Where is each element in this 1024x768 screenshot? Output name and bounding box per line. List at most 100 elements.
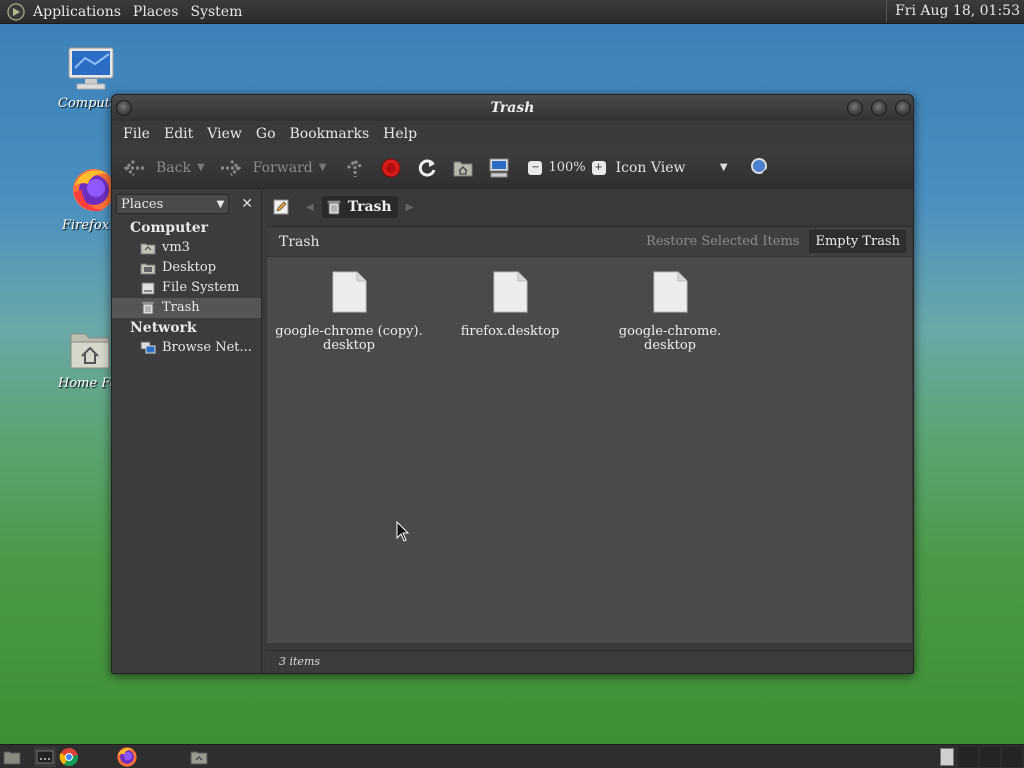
up-button[interactable] — [340, 153, 370, 183]
forward-arrow-icon — [220, 159, 241, 176]
places-menu[interactable]: Places — [127, 1, 185, 23]
sidebar-section-computer: Computer — [130, 220, 209, 236]
menu-bookmarks[interactable]: Bookmarks — [283, 126, 377, 142]
applications-menu[interactable]: Applications — [27, 1, 127, 23]
window-titlebar[interactable]: Trash — [112, 95, 913, 121]
chevron-down-icon: ▼ — [216, 198, 225, 210]
crumb-scroll-right[interactable]: ▶ — [406, 202, 414, 213]
bottom-panel — [0, 744, 1024, 768]
file-name-line1: google-chrome. — [618, 324, 722, 339]
top-panel: Applications Places System Fri Aug 18, 0… — [0, 0, 1024, 24]
computer-icon — [489, 158, 509, 177]
workspace-switcher[interactable] — [938, 747, 956, 767]
show-desktop-button[interactable] — [2, 747, 22, 767]
back-history-dropdown[interactable]: ▼ — [197, 162, 205, 173]
sidebar-item-desktop[interactable]: Desktop — [112, 258, 261, 278]
menu-help[interactable]: Help — [376, 126, 424, 142]
home-folder-icon — [70, 333, 110, 369]
reload-icon — [419, 159, 436, 177]
trash-icon — [327, 200, 341, 215]
file-name-line1: firefox.desktop — [460, 324, 560, 339]
system-menu[interactable]: System — [184, 1, 248, 23]
home-button[interactable] — [448, 153, 478, 183]
sidebar-select-label: Places — [121, 196, 164, 212]
restore-selected-items-button[interactable]: Restore Selected Items — [640, 234, 805, 249]
back-arrow-icon — [123, 159, 144, 176]
main-menu-logo-icon[interactable] — [5, 1, 27, 23]
sidebar-item-vm3[interactable]: vm3 — [112, 238, 261, 258]
workspace-4[interactable] — [1002, 747, 1022, 767]
chrome-launcher[interactable] — [58, 747, 80, 767]
sidebar-type-select[interactable]: Places ▼ — [116, 194, 230, 214]
workspace-2[interactable] — [958, 747, 978, 767]
forward-button[interactable]: Forward ▼ — [219, 153, 335, 183]
clock[interactable]: Fri Aug 18, 01:53 — [886, 0, 1022, 22]
crumb-scroll-left[interactable]: ◀ — [306, 202, 314, 213]
document-icon — [653, 271, 688, 313]
up-arrow-icon — [347, 158, 364, 177]
sidebar-item-label: File System — [162, 280, 240, 295]
chevron-down-icon: ▼ — [719, 162, 728, 173]
search-button[interactable] — [746, 153, 776, 183]
file-name-line2: desktop — [644, 338, 696, 353]
file-item[interactable]: google-chrome. desktop — [595, 271, 745, 353]
zoom-out-button[interactable]: − — [528, 160, 543, 175]
desktop-icon-label: Home Folder — [58, 376, 114, 391]
firefox-icon — [117, 747, 137, 767]
workspace-3[interactable] — [980, 747, 1000, 767]
firefox-launcher[interactable] — [115, 747, 139, 767]
sidebar-item-trash[interactable]: Trash — [112, 298, 261, 318]
status-bar: 3 items — [267, 650, 912, 673]
menu-file[interactable]: File — [116, 126, 157, 142]
close-button[interactable] — [895, 100, 911, 116]
file-manager-window: Trash File Edit View Go Bookmarks Help B… — [111, 94, 914, 674]
trash-bar-title: Trash — [279, 233, 320, 250]
trash-icon — [140, 301, 156, 315]
zoom-control: − 100% + — [522, 160, 611, 175]
desktop-icon — [3, 751, 21, 765]
desktop-folder-icon — [140, 261, 156, 275]
pencil-icon — [273, 199, 289, 215]
file-item[interactable]: firefox.desktop — [435, 271, 585, 339]
sidebar-section-network: Network — [130, 320, 197, 336]
desktop-icon-label: Computer — [58, 96, 114, 111]
trash-info-bar: Trash Restore Selected Items Empty Trash — [267, 227, 912, 257]
menu-edit[interactable]: Edit — [157, 126, 200, 142]
menu-view[interactable]: View — [200, 126, 249, 142]
computer-button[interactable] — [484, 153, 514, 183]
forward-label: Forward — [252, 159, 313, 176]
sidebar-item-label: Desktop — [162, 260, 217, 275]
maximize-button[interactable] — [871, 100, 887, 116]
network-icon — [140, 341, 156, 355]
back-label: Back — [156, 159, 191, 176]
view-mode-select[interactable]: Icon View ▼ — [616, 160, 728, 176]
terminal-launcher[interactable] — [34, 747, 56, 767]
file-item[interactable]: google-chrome (copy). desktop — [274, 271, 424, 353]
file-manager-launcher[interactable] — [188, 747, 210, 767]
terminal-icon — [36, 750, 54, 764]
breadcrumb-label: Trash — [347, 199, 392, 215]
menu-go[interactable]: Go — [249, 126, 283, 142]
window-menu-button[interactable] — [116, 100, 132, 116]
sidebar: Places ▼ ✕ Computer vm3 Desktop File Sys… — [112, 190, 262, 673]
location-edit-toggle[interactable] — [270, 196, 292, 218]
breadcrumb-trash[interactable]: Trash — [321, 196, 398, 218]
file-view[interactable]: Trash Restore Selected Items Empty Trash… — [267, 226, 912, 643]
empty-trash-button[interactable]: Empty Trash — [809, 230, 906, 253]
minimize-button[interactable] — [847, 100, 863, 116]
back-button[interactable]: Back ▼ — [122, 153, 213, 183]
reload-button[interactable] — [412, 153, 442, 183]
zoom-level: 100% — [548, 160, 586, 175]
stop-button[interactable] — [376, 153, 406, 183]
home-folder-icon — [140, 241, 156, 255]
monitor-icon — [68, 47, 114, 90]
location-bar: ◀ Trash ▶ — [264, 190, 912, 224]
zoom-in-button[interactable]: + — [591, 160, 606, 175]
sidebar-item-file-system[interactable]: File System — [112, 278, 261, 298]
menubar: File Edit View Go Bookmarks Help — [112, 121, 913, 147]
sidebar-item-browse-network[interactable]: Browse Net... — [112, 338, 261, 358]
workspace-1[interactable] — [940, 748, 954, 766]
sidebar-close-button[interactable]: ✕ — [237, 194, 257, 214]
chrome-icon — [59, 748, 79, 767]
forward-history-dropdown[interactable]: ▼ — [319, 162, 327, 173]
